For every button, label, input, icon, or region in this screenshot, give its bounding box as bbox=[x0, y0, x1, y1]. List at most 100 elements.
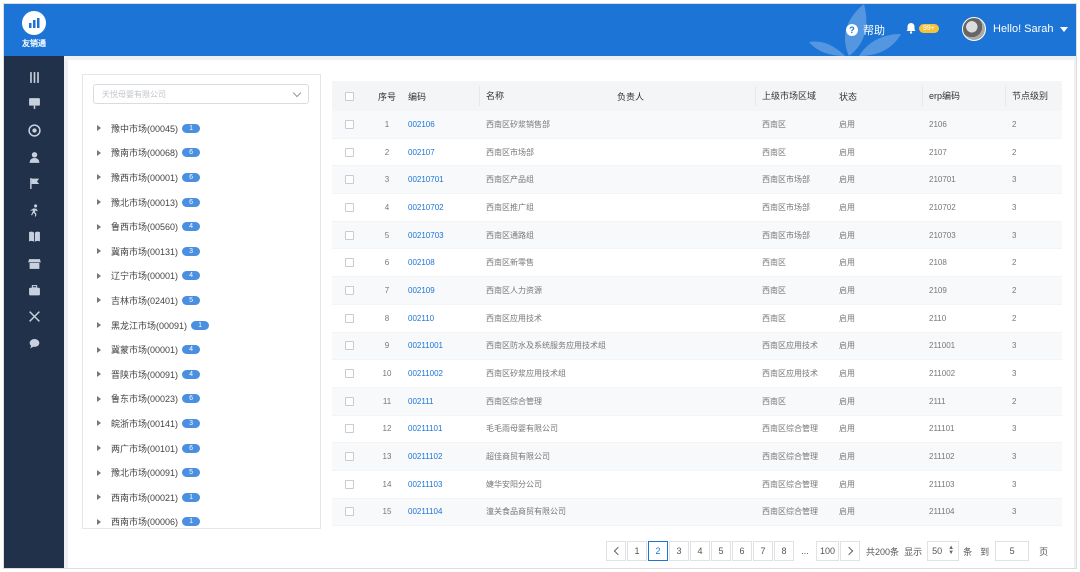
caret-right-icon[interactable] bbox=[97, 420, 101, 427]
row-checkbox-cell[interactable] bbox=[332, 479, 366, 489]
row-checkbox[interactable] bbox=[344, 479, 354, 489]
row-checkbox[interactable] bbox=[344, 396, 354, 406]
row-checkbox-cell[interactable] bbox=[332, 341, 366, 351]
page-button-2[interactable]: 2 bbox=[648, 541, 668, 561]
tree-item[interactable]: 鲁东市场(00023) 6 bbox=[97, 387, 312, 412]
row-checkbox[interactable] bbox=[344, 424, 354, 434]
table-row[interactable]: 13 00211102 超佳商贸有限公司 西南区综合管理 启用 211102 3 bbox=[332, 443, 1062, 471]
caret-right-icon[interactable] bbox=[97, 149, 101, 156]
row-checkbox[interactable] bbox=[344, 369, 354, 379]
table-row[interactable]: 14 00211103 婕华安阳分公司 西南区综合管理 启用 211103 3 bbox=[332, 471, 1062, 499]
page-button-4[interactable]: 4 bbox=[690, 541, 710, 561]
tree-item[interactable]: 黑龙江市场(00091) 1 bbox=[97, 313, 312, 338]
caret-right-icon[interactable] bbox=[97, 395, 101, 402]
row-code-link[interactable]: 002106 bbox=[408, 120, 479, 129]
last-page-button[interactable]: 100 bbox=[816, 541, 840, 561]
caret-right-icon[interactable] bbox=[97, 248, 101, 255]
tree-item[interactable]: 豫南市场(00068) 6 bbox=[97, 141, 312, 166]
tree-item[interactable]: 豫西市场(00001) 6 bbox=[97, 165, 312, 190]
row-checkbox[interactable] bbox=[344, 119, 354, 129]
row-checkbox[interactable] bbox=[344, 202, 354, 212]
table-row[interactable]: 9 00211001 西南区防水及系统服务应用技术组 西南区应用技术 启用 211001 3 bbox=[332, 332, 1062, 361]
row-checkbox[interactable] bbox=[344, 258, 354, 268]
row-checkbox[interactable] bbox=[344, 313, 354, 323]
table-row[interactable]: 2 002107 西南区市场部 西南区 启用 2107 2 bbox=[332, 139, 1062, 167]
goto-page-input[interactable]: 5 bbox=[995, 541, 1030, 561]
tree-item[interactable]: 豫中市场(00045) 1 bbox=[97, 116, 312, 141]
caret-right-icon[interactable] bbox=[97, 223, 101, 230]
table-row[interactable]: 15 00211104 潼关食品商贸有限公司 西南区综合管理 启用 211104 3 bbox=[332, 498, 1062, 527]
row-checkbox-cell[interactable] bbox=[332, 285, 366, 295]
row-code-link[interactable]: 00211002 bbox=[408, 369, 479, 378]
nav-flag[interactable] bbox=[4, 170, 64, 197]
caret-right-icon[interactable] bbox=[97, 445, 101, 452]
tree-item[interactable]: 西南市场(00006) 1 bbox=[97, 510, 312, 535]
row-code-link[interactable]: 00210703 bbox=[408, 231, 479, 240]
row-code-link[interactable]: 002110 bbox=[408, 314, 479, 323]
caret-right-icon[interactable] bbox=[97, 346, 101, 353]
page-button-8[interactable]: 8 bbox=[774, 541, 794, 561]
tree-item[interactable]: 鲁西市场(00560) 4 bbox=[97, 214, 312, 239]
tree-item[interactable]: 豫北市场(00013) 6 bbox=[97, 190, 312, 215]
nav-book[interactable] bbox=[4, 224, 64, 251]
row-checkbox[interactable] bbox=[344, 341, 354, 351]
row-code-link[interactable]: 002107 bbox=[408, 148, 479, 157]
nav-target[interactable] bbox=[4, 117, 64, 144]
page-button-7[interactable]: 7 bbox=[753, 541, 773, 561]
app-logo[interactable]: 友销通 bbox=[4, 4, 64, 56]
table-row[interactable]: 3 00210701 西南区产品组 西南区市场部 启用 210701 3 bbox=[332, 166, 1062, 195]
row-checkbox-cell[interactable] bbox=[332, 147, 366, 157]
page-button-3[interactable]: 3 bbox=[669, 541, 689, 561]
next-page-button[interactable] bbox=[840, 541, 861, 561]
tree-item[interactable]: 晋陕市场(00091) 4 bbox=[97, 362, 312, 387]
row-checkbox[interactable] bbox=[344, 230, 354, 240]
row-checkbox-cell[interactable] bbox=[332, 452, 366, 462]
row-checkbox[interactable] bbox=[344, 285, 354, 295]
prev-page-button[interactable] bbox=[606, 541, 626, 561]
company-select[interactable]: 天悦母婴有限公司 bbox=[93, 84, 309, 104]
row-checkbox-cell[interactable] bbox=[332, 119, 366, 129]
tree-item[interactable]: 辽宁市场(00001) 4 bbox=[97, 264, 312, 289]
row-checkbox-cell[interactable] bbox=[332, 396, 366, 406]
row-code-link[interactable]: 00210702 bbox=[408, 203, 479, 212]
select-all-checkbox-cell[interactable] bbox=[332, 91, 366, 101]
row-checkbox-cell[interactable] bbox=[332, 175, 366, 185]
caret-right-icon[interactable] bbox=[97, 494, 101, 501]
nav-dashboard[interactable] bbox=[4, 91, 64, 118]
tree-item[interactable]: 冀南市场(00131) 3 bbox=[97, 239, 312, 264]
user-menu[interactable]: Hello! Sarah bbox=[962, 17, 1068, 41]
page-button-1[interactable]: 1 bbox=[627, 541, 647, 561]
page-button-5[interactable]: 5 bbox=[711, 541, 731, 561]
row-checkbox-cell[interactable] bbox=[332, 369, 366, 379]
caret-right-icon[interactable] bbox=[97, 174, 101, 181]
row-checkbox-cell[interactable] bbox=[332, 313, 366, 323]
notifications-button[interactable]: 99+ bbox=[905, 22, 939, 34]
row-checkbox-cell[interactable] bbox=[332, 258, 366, 268]
nav-menu-toggle[interactable] bbox=[4, 64, 64, 91]
table-row[interactable]: 6 002108 西南区新零售 西南区 启用 2108 2 bbox=[332, 249, 1062, 278]
row-code-link[interactable]: 00211001 bbox=[408, 341, 479, 350]
caret-right-icon[interactable] bbox=[97, 469, 101, 476]
row-checkbox[interactable] bbox=[344, 507, 354, 517]
tree-item[interactable]: 吉林市场(02401) 5 bbox=[97, 288, 312, 313]
caret-right-icon[interactable] bbox=[97, 199, 101, 206]
caret-right-icon[interactable] bbox=[97, 272, 101, 279]
row-code-link[interactable]: 00211103 bbox=[408, 480, 479, 489]
row-code-link[interactable]: 00210701 bbox=[408, 175, 479, 184]
row-checkbox-cell[interactable] bbox=[332, 507, 366, 517]
tree-item[interactable]: 豫北市场(00091) 5 bbox=[97, 460, 312, 485]
row-code-link[interactable]: 00211101 bbox=[408, 424, 479, 433]
nav-activity[interactable] bbox=[4, 197, 64, 224]
help-button[interactable]: ? 帮助 bbox=[846, 22, 885, 38]
caret-right-icon[interactable] bbox=[97, 371, 101, 378]
tree-item[interactable]: 两广市场(00101) 6 bbox=[97, 436, 312, 461]
caret-right-icon[interactable] bbox=[97, 518, 101, 525]
row-checkbox[interactable] bbox=[344, 452, 354, 462]
row-code-link[interactable]: 00211104 bbox=[408, 507, 479, 516]
row-code-link[interactable]: 002111 bbox=[408, 397, 479, 406]
caret-right-icon[interactable] bbox=[97, 297, 101, 304]
row-checkbox[interactable] bbox=[344, 175, 354, 185]
table-row[interactable]: 11 002111 西南区综合管理 西南区 启用 2111 2 bbox=[332, 387, 1062, 416]
caret-right-icon[interactable] bbox=[97, 125, 101, 132]
nav-briefcase[interactable] bbox=[4, 277, 64, 304]
